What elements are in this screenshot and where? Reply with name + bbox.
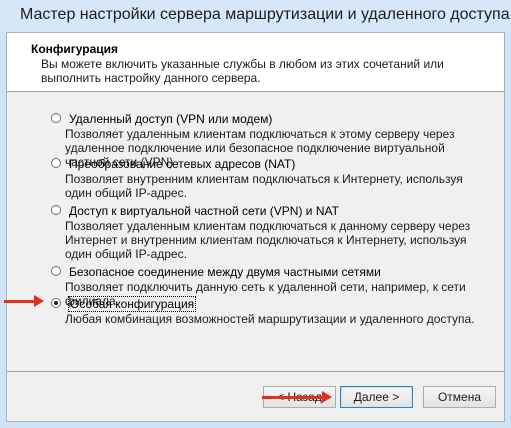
wizard-dialog: Конфигурация Вы можете включить указанны… [6, 32, 505, 422]
option-label[interactable]: Безопасное соединение между двумя частны… [69, 265, 381, 279]
option-label[interactable]: Удаленный доступ (VPN или модем) [69, 112, 272, 126]
next-button[interactable]: Далее > [340, 386, 413, 408]
title-bar: Мастер настройки сервера маршрутизации и… [0, 0, 511, 32]
window-title: Мастер настройки сервера маршрутизации и… [20, 6, 510, 23]
radio-nat[interactable] [51, 158, 61, 168]
radio-custom-configuration[interactable] [51, 298, 61, 308]
radio-vpn-nat[interactable] [51, 205, 61, 215]
option-description: Позволяет удаленным клиентам подключатьс… [65, 219, 471, 261]
button-separator [7, 371, 504, 372]
option-description: Позволяет внутренним клиентам подключать… [65, 172, 463, 200]
option-label[interactable]: Доступ к виртуальной частной сети (VPN) … [69, 204, 339, 218]
header-description: Вы можете включить указанные службы в лю… [41, 57, 444, 85]
option-description: Любая комбинация возможностей маршрутиза… [65, 312, 475, 326]
annotation-arrow-option [4, 295, 44, 307]
annotation-arrow-next [262, 391, 332, 403]
radio-site-to-site[interactable] [51, 266, 61, 276]
option-label[interactable]: Особая конфигурация [67, 296, 197, 312]
wizard-header: Конфигурация Вы можете включить указанны… [7, 33, 504, 92]
header-title: Конфигурация [31, 42, 119, 56]
cancel-button[interactable]: Отмена [423, 386, 496, 408]
radio-remote-access[interactable] [51, 113, 61, 123]
option-label[interactable]: Преобразование сетевых адресов (NAT) [69, 157, 295, 171]
